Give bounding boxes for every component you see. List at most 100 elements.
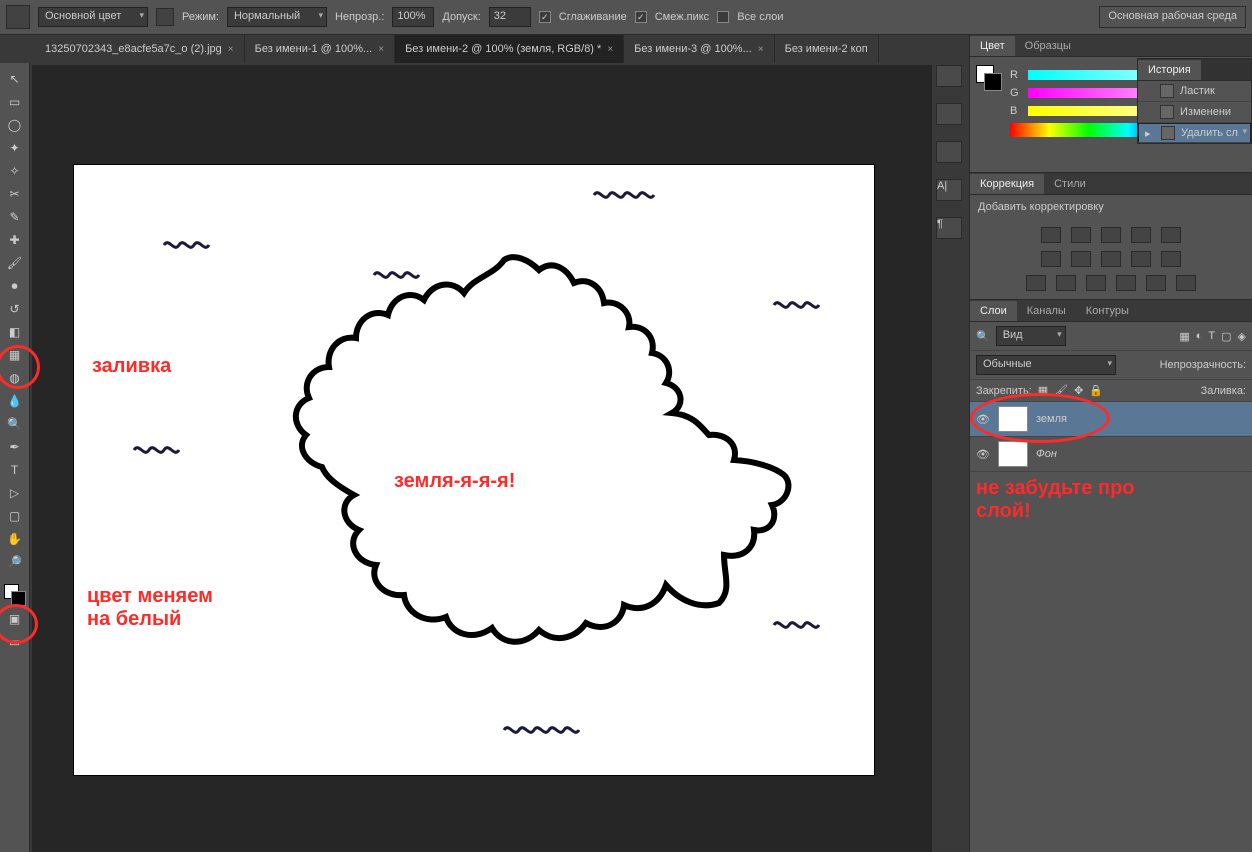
adjustment-icon[interactable] <box>1101 251 1121 267</box>
adjustment-icon[interactable] <box>1161 227 1181 243</box>
mini-panel-icon[interactable]: ¶ <box>936 217 962 239</box>
brush-tool[interactable]: 🖌 <box>3 253 27 273</box>
history-item[interactable]: Ластик <box>1138 81 1251 102</box>
filter-shape-icon[interactable]: ▢ <box>1221 330 1231 343</box>
all-layers-checkbox[interactable] <box>717 11 729 23</box>
pattern-picker[interactable] <box>156 8 174 26</box>
document-tab[interactable]: Без имени-2 коп <box>775 35 879 63</box>
close-icon[interactable]: × <box>607 44 613 55</box>
shape-tool[interactable]: ▢ <box>3 506 27 526</box>
adjustment-icon[interactable] <box>1041 227 1061 243</box>
fill-source-select[interactable]: Основной цвет <box>38 7 148 27</box>
document-tab[interactable]: Без имени-1 @ 100%...× <box>245 35 395 63</box>
b-label: B <box>1010 105 1022 117</box>
filter-smart-icon[interactable]: ◈ <box>1238 330 1246 343</box>
document-tab[interactable]: Без имени-3 @ 100%...× <box>624 35 774 63</box>
dodge-tool[interactable]: 🔍 <box>3 414 27 434</box>
opacity-label: Непрозр.: <box>335 11 384 23</box>
adjustment-icon[interactable] <box>1071 227 1091 243</box>
adjustment-icon[interactable] <box>1026 275 1046 291</box>
lasso-tool[interactable]: ◯ <box>3 115 27 135</box>
adjustment-icon[interactable] <box>1101 227 1121 243</box>
layer-filter-select[interactable]: Вид <box>996 326 1066 346</box>
visibility-icon[interactable]: 👁 <box>976 448 990 461</box>
adjustment-icon[interactable] <box>1116 275 1136 291</box>
correction-tab[interactable]: Коррекция <box>970 174 1044 194</box>
close-icon[interactable]: × <box>378 44 384 55</box>
layer-item-active[interactable]: 👁 земля <box>970 402 1252 437</box>
blend-mode-select[interactable]: Обычные <box>976 355 1116 375</box>
eyedropper-tool[interactable]: ✎ <box>3 207 27 227</box>
layer-name: Фон <box>1036 448 1057 460</box>
adjustment-icon[interactable] <box>1161 251 1181 267</box>
quick-select-tool[interactable]: ✦ <box>3 138 27 158</box>
active-tool-icon[interactable] <box>6 5 30 29</box>
close-icon[interactable]: × <box>758 44 764 55</box>
move-tool[interactable]: ↖ <box>3 69 27 89</box>
type-tool[interactable]: T <box>3 460 27 480</box>
filter-adjust-icon[interactable]: ◐ <box>1196 330 1203 342</box>
layers-tab[interactable]: Слои <box>970 301 1017 321</box>
channels-tab[interactable]: Каналы <box>1017 301 1076 321</box>
eraser-tool[interactable]: ◧ <box>3 322 27 342</box>
layer-thumbnail[interactable] <box>998 441 1028 467</box>
layer-item[interactable]: 👁 Фон <box>970 437 1252 472</box>
history-item-selected[interactable]: ▸Удалить сл <box>1138 123 1251 143</box>
lock-all-icon[interactable]: 🔒 <box>1089 384 1103 397</box>
hand-tool[interactable]: ✋ <box>3 529 27 549</box>
adjustment-icon[interactable] <box>1056 275 1076 291</box>
layer-thumbnail[interactable] <box>998 406 1028 432</box>
adjustment-icon[interactable] <box>1131 251 1151 267</box>
lock-label: Закрепить: <box>976 385 1032 397</box>
adjustment-icon[interactable] <box>1131 227 1151 243</box>
contiguous-checkbox[interactable]: ✓ <box>635 11 647 23</box>
lock-position-icon[interactable]: ✥ <box>1074 384 1083 397</box>
filter-type-icon[interactable]: T <box>1208 330 1215 342</box>
adjustment-icon[interactable] <box>1086 275 1106 291</box>
path-select-tool[interactable]: ▷ <box>3 483 27 503</box>
close-icon[interactable]: × <box>228 44 234 55</box>
healing-tool[interactable]: ✚ <box>3 230 27 250</box>
foreground-background-swatch[interactable] <box>4 584 26 606</box>
visibility-icon[interactable]: 👁 <box>976 413 990 426</box>
lock-pixels-icon[interactable]: 🖌 <box>1054 384 1068 397</box>
mini-panel-icon[interactable] <box>936 141 962 163</box>
marquee-tool[interactable]: ▭ <box>3 92 27 112</box>
swatches-tab[interactable]: Образцы <box>1015 36 1081 56</box>
adjustment-icon[interactable] <box>1041 251 1061 267</box>
mini-panel-icon[interactable] <box>936 65 962 87</box>
tolerance-input[interactable]: 32 <box>489 7 531 27</box>
document-tab[interactable]: 13250702343_e8acfe5a7c_o (2).jpg× <box>35 35 245 63</box>
mini-panel-icon[interactable] <box>936 103 962 125</box>
stamp-tool[interactable]: ⏺ <box>3 276 27 296</box>
adjustment-icon[interactable] <box>1071 251 1091 267</box>
zoom-tool[interactable]: 🔎 <box>3 552 27 572</box>
fill-opacity-label: Заливка: <box>1201 385 1246 397</box>
right-panels: A| ¶ Цвет Образцы R G B История Ластик И… <box>969 35 1252 852</box>
history-tab[interactable]: История <box>1138 60 1201 80</box>
crop-tool[interactable]: ✂ <box>3 184 27 204</box>
history-panel: История Ластик Изменени ▸Удалить сл <box>1137 58 1252 144</box>
history-item[interactable]: Изменени <box>1138 102 1251 123</box>
mini-panel-icon[interactable]: A| <box>936 179 962 201</box>
search-icon[interactable]: 🔍 <box>976 330 990 343</box>
blend-mode-select[interactable]: Нормальный <box>227 7 327 27</box>
lock-transparent-icon[interactable]: ▦ <box>1038 384 1048 397</box>
magic-wand-tool[interactable]: ✧ <box>3 161 27 181</box>
history-brush-tool[interactable]: ↺ <box>3 299 27 319</box>
adjustment-icon[interactable] <box>1146 275 1166 291</box>
paths-tab[interactable]: Контуры <box>1076 301 1139 321</box>
blur-tool[interactable]: 💧 <box>3 391 27 411</box>
color-tab[interactable]: Цвет <box>970 36 1015 56</box>
workspace-button[interactable]: Основная рабочая среда <box>1099 6 1246 28</box>
document-canvas[interactable]: земля-я-я-я! <box>74 165 874 775</box>
adjustment-icon[interactable] <box>1176 275 1196 291</box>
document-tab-active[interactable]: Без имени-2 @ 100% (земля, RGB/8) *× <box>395 35 624 63</box>
filter-pixel-icon[interactable]: ▦ <box>1179 330 1189 343</box>
opacity-input[interactable]: 100% <box>392 7 434 27</box>
pen-tool[interactable]: ✒ <box>3 437 27 457</box>
color-swatch[interactable] <box>976 65 1000 89</box>
adjustments-panel: Добавить корректировку <box>970 195 1252 300</box>
styles-tab[interactable]: Стили <box>1044 174 1096 194</box>
antialias-checkbox[interactable]: ✓ <box>539 11 551 23</box>
